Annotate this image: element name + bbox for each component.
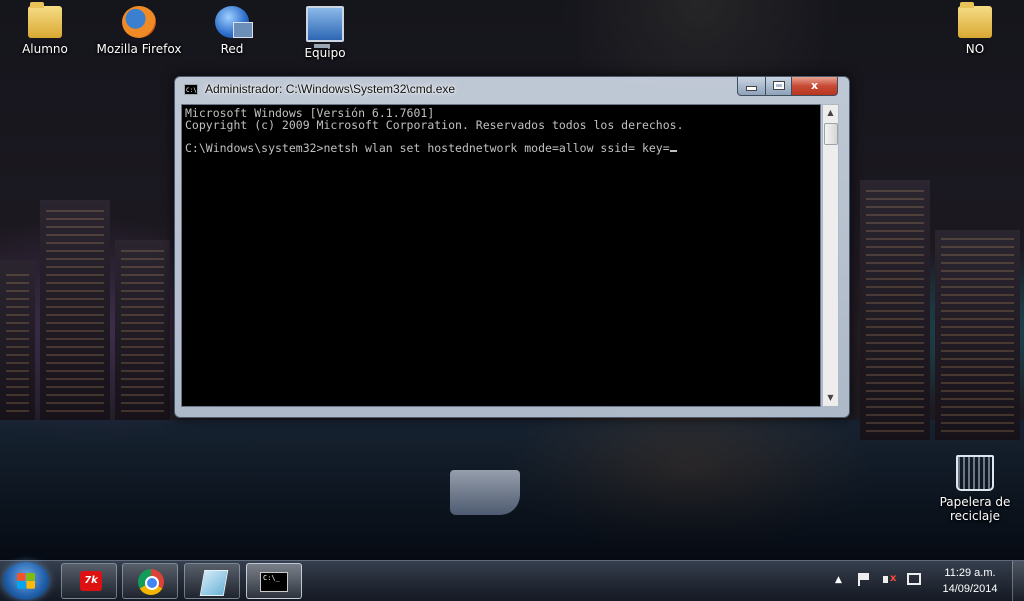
action-center-flag-icon[interactable]: [858, 573, 872, 586]
user-folder-icon: [28, 2, 62, 38]
mute-x-icon: x: [890, 573, 897, 584]
harbor-water: [0, 420, 1024, 560]
desktop-icon-recycle-bin[interactable]: Papelera de reciclaje: [930, 455, 1020, 523]
app-icon: 7k: [80, 571, 102, 591]
cmd-icon: C:\_: [260, 572, 288, 592]
clock-time: 11:29 a.m.: [944, 567, 996, 579]
windows-logo-icon: [17, 573, 35, 589]
desktop-icon-red[interactable]: Red: [187, 6, 277, 56]
window-title: Administrador: C:\Windows\System32\cmd.e…: [205, 82, 456, 96]
network-icon: [215, 6, 253, 38]
desktop-icon-label: NO: [965, 42, 985, 56]
cmd-icon: C:\: [184, 84, 198, 95]
taskbar-notes-button[interactable]: [184, 563, 240, 599]
building-silhouette: [40, 200, 110, 420]
computer-icon: [306, 6, 344, 48]
building-silhouette: [115, 240, 170, 420]
minimize-button[interactable]: [737, 77, 766, 96]
maximize-icon: [773, 82, 784, 89]
scroll-thumb[interactable]: [824, 123, 838, 145]
close-button[interactable]: x: [791, 77, 838, 96]
desktop-icon-label: Alumno: [22, 42, 68, 56]
window-titlebar[interactable]: C:\ Administrador: C:\Windows\System32\c…: [175, 77, 849, 103]
close-icon: x: [810, 79, 819, 92]
desktop-icon-label: Mozilla Firefox: [96, 42, 182, 56]
taskbar: 7k C:\_ ▲ x 11:29 a.m. 14/09/2014: [0, 560, 1024, 601]
clock-date: 14/09/2014: [942, 583, 998, 595]
desktop-icon-label: Red: [220, 42, 244, 56]
chrome-icon: [138, 569, 164, 595]
console-line: Copyright (c) 2009 Microsoft Corporation…: [185, 118, 684, 132]
maximize-button[interactable]: [765, 77, 792, 96]
minimize-icon: [746, 86, 757, 91]
speaker-icon: [883, 576, 888, 583]
vertical-scrollbar[interactable]: ▲ ▼: [822, 104, 839, 407]
taskbar-app-button[interactable]: 7k: [61, 563, 117, 599]
taskbar-cmd-button[interactable]: C:\_: [246, 563, 302, 599]
desktop-icon-alumno[interactable]: Alumno: [0, 2, 90, 56]
console-output[interactable]: Microsoft Windows [Versión 6.1.7601] Cop…: [181, 104, 821, 407]
building-silhouette: [860, 180, 930, 440]
desktop-icon-equipo[interactable]: Equipo: [280, 6, 370, 60]
network-tray-icon[interactable]: [907, 573, 921, 585]
desktop-icon-firefox[interactable]: Mozilla Firefox: [94, 6, 184, 56]
building-silhouette: [0, 260, 35, 420]
console-command-line[interactable]: C:\Windows\system32>netsh wlan set hoste…: [185, 142, 817, 154]
cmd-window[interactable]: C:\ Administrador: C:\Windows\System32\c…: [174, 76, 850, 418]
text-cursor: [669, 150, 677, 152]
desktop-icon-no[interactable]: NO: [930, 2, 1020, 56]
desktop-icon-label: Papelera de reciclaje: [939, 495, 1011, 523]
console-command-text: C:\Windows\system32>netsh wlan set hoste…: [185, 141, 670, 155]
clock[interactable]: 11:29 a.m. 14/09/2014: [930, 565, 1010, 597]
scroll-up-icon[interactable]: ▲: [823, 105, 838, 121]
desktop-icon-label: Equipo: [304, 46, 346, 60]
show-hidden-icons-arrow[interactable]: ▲: [835, 575, 842, 585]
building-silhouette: [935, 230, 1020, 440]
boat-silhouette: [450, 470, 520, 515]
show-desktop-button[interactable]: [1012, 561, 1024, 601]
recycle-bin-icon: [956, 455, 994, 491]
scroll-down-icon[interactable]: ▼: [823, 390, 838, 406]
taskbar-chrome-button[interactable]: [122, 563, 178, 599]
firefox-icon: [122, 6, 156, 38]
notes-icon: [199, 570, 229, 596]
folder-icon: [958, 2, 992, 38]
start-button[interactable]: [3, 562, 49, 600]
volume-muted-icon[interactable]: x: [883, 573, 897, 586]
